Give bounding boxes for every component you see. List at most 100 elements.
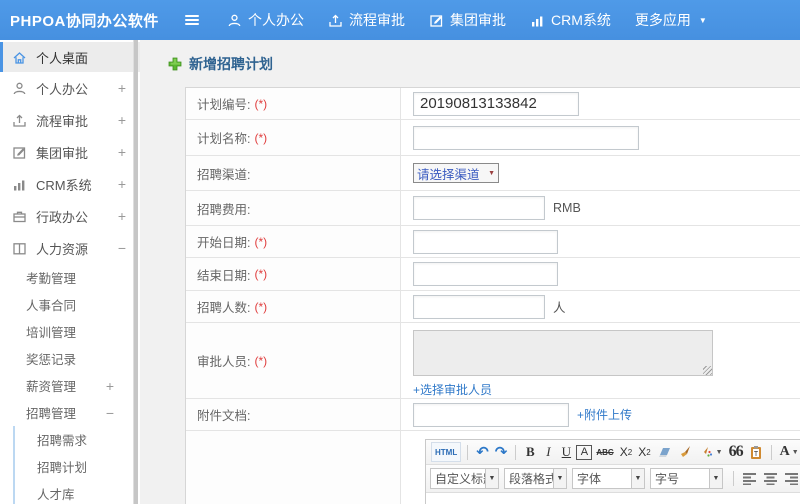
- sidebar-item-label: 招聘管理: [26, 407, 77, 421]
- sidebar-item-admin-office[interactable]: 行政办公 +: [0, 200, 140, 232]
- sidebar-item-crm[interactable]: CRM系统 +: [0, 168, 140, 200]
- topnav-label: 流程审批: [349, 12, 405, 28]
- topnav-workflow-approval[interactable]: 流程审批: [328, 10, 405, 30]
- redo-button[interactable]: ↷: [493, 442, 510, 462]
- form-row-plan-name: 计划名称: (*): [186, 120, 800, 156]
- headcount-unit: 人: [553, 301, 566, 315]
- sidebar-recruit-submenu: 招聘需求 招聘计划 人才库: [13, 426, 140, 504]
- sidebar-item-label: 个人桌面: [36, 50, 89, 66]
- choose-approvers-link[interactable]: +选择审批人员: [413, 381, 492, 398]
- form-row-channel: 招聘渠道: 请选择渠道 ▼: [186, 156, 800, 191]
- end-date-input[interactable]: [413, 262, 558, 286]
- form-row-attachment: 附件文档: +附件上传: [186, 399, 800, 431]
- sidebar-item-salary[interactable]: 薪资管理 +: [0, 372, 140, 399]
- sidebar-item-label: 人力资源: [36, 241, 89, 257]
- expand-toggle[interactable]: +: [118, 112, 126, 128]
- align-center-button[interactable]: [761, 469, 780, 489]
- top-bar: PHPOA协同办公软件 个人办公 流程审批 集团审批 CRM系统 更多应用 ▼: [0, 0, 800, 40]
- subscript-button[interactable]: X2: [636, 442, 652, 462]
- start-date-input[interactable]: [413, 229, 558, 254]
- sidebar-item-group-approval[interactable]: 集团审批 +: [0, 136, 140, 168]
- expand-toggle[interactable]: +: [118, 208, 126, 224]
- font-color-button[interactable]: A ▼: [778, 442, 800, 462]
- form-row-content-editor: HTML ↶ ↷ B I U A ABC X2 X2 ▼ 66 T A ▼ 自定…: [186, 431, 800, 504]
- sidebar-item-personal-office[interactable]: 个人办公 +: [0, 72, 140, 104]
- italic-button[interactable]: I: [540, 442, 556, 462]
- border-char-button[interactable]: A: [576, 444, 593, 460]
- sidebar-item-attendance[interactable]: 考勤管理: [0, 264, 140, 291]
- main-content: 新增招聘计划 计划编号:(*) 计划名称:(*) 招聘渠道: 请选择渠道 ▼ 招…: [140, 40, 800, 504]
- sidebar-item-workflow-approval[interactable]: 流程审批 +: [0, 104, 140, 136]
- required-marker: (*): [254, 130, 268, 145]
- sidebar-item-recruit-mgmt[interactable]: 招聘管理 −: [0, 399, 140, 426]
- home-icon: [12, 50, 27, 65]
- sidebar-item-rewards[interactable]: 奖惩记录: [0, 345, 140, 372]
- field-label: 招聘人数:: [197, 301, 251, 315]
- editor-toolbar-row1: HTML ↶ ↷ B I U A ABC X2 X2 ▼ 66 T A ▼: [426, 440, 800, 465]
- align-left-button[interactable]: [740, 469, 759, 489]
- font-size-select[interactable]: 字号 ▼: [650, 468, 723, 489]
- attachment-upload-link[interactable]: +附件上传: [577, 406, 632, 423]
- channel-select[interactable]: 请选择渠道 ▼: [413, 163, 499, 183]
- topnav-personal-office[interactable]: 个人办公: [227, 10, 304, 30]
- fee-input[interactable]: [413, 196, 545, 220]
- required-marker: (*): [254, 353, 268, 368]
- collapse-toggle[interactable]: −: [118, 240, 126, 256]
- topnav-label: 个人办公: [248, 12, 304, 28]
- paragraph-format-select[interactable]: 段落格式 ▼: [504, 468, 567, 489]
- field-label: 计划名称:: [197, 132, 251, 146]
- approve-icon: [429, 13, 444, 28]
- required-marker: (*): [254, 267, 268, 281]
- superscript-button[interactable]: X2: [618, 442, 634, 462]
- strikethrough-button[interactable]: ABC: [594, 442, 615, 462]
- chart-icon: [12, 177, 27, 192]
- sidebar-item-hr[interactable]: 人力资源 −: [0, 232, 140, 264]
- caret-down-icon: ▼: [709, 469, 722, 488]
- topnav-crm[interactable]: CRM系统: [530, 10, 611, 30]
- blockquote-button[interactable]: 66: [727, 442, 745, 462]
- underline-button[interactable]: U: [558, 442, 574, 462]
- plan-name-input[interactable]: [413, 125, 639, 150]
- sidebar-item-talent-pool[interactable]: 人才库: [15, 480, 140, 504]
- expand-toggle[interactable]: +: [106, 378, 114, 394]
- sidebar-item-label: 招聘计划: [37, 461, 88, 475]
- hamburger-menu-icon[interactable]: [185, 14, 199, 26]
- approvers-textarea[interactable]: [413, 330, 713, 376]
- plan-number-input[interactable]: [413, 91, 579, 116]
- paste-text-button[interactable]: T: [747, 442, 765, 462]
- eraser-button[interactable]: [655, 442, 674, 462]
- caret-down-icon: ▼: [485, 469, 498, 488]
- caret-down-icon: ▼: [631, 469, 644, 488]
- editor-content-area[interactable]: [426, 493, 800, 504]
- font-family-select[interactable]: 字体 ▼: [572, 468, 645, 489]
- sidebar-hr-submenu: 考勤管理 人事合同 培训管理 奖惩记录 薪资管理 + 招聘管理 − 招聘需求 招…: [0, 264, 140, 504]
- sidebar-item-training[interactable]: 培训管理: [0, 318, 140, 345]
- caret-down-icon: ▼: [791, 448, 799, 456]
- expand-toggle[interactable]: +: [118, 144, 126, 160]
- format-painter-button[interactable]: ▼: [697, 442, 725, 462]
- sidebar-item-hr-contract[interactable]: 人事合同: [0, 291, 140, 318]
- collapse-toggle[interactable]: −: [106, 405, 114, 421]
- brush-button[interactable]: [676, 442, 695, 462]
- undo-button[interactable]: ↶: [474, 442, 491, 462]
- source-code-button[interactable]: HTML: [431, 442, 462, 462]
- bold-button[interactable]: B: [522, 442, 538, 462]
- sidebar-scrollbar[interactable]: [133, 40, 138, 504]
- sidebar-item-recruit-plan[interactable]: 招聘计划: [15, 453, 140, 480]
- field-label: 附件文档:: [197, 409, 251, 423]
- topnav-more-apps[interactable]: 更多应用 ▼: [635, 10, 707, 30]
- custom-heading-select[interactable]: 自定义标题▼: [430, 468, 499, 489]
- expand-toggle[interactable]: +: [118, 80, 126, 96]
- app-logo: PHPOA协同办公软件: [10, 12, 159, 30]
- align-right-button[interactable]: [782, 469, 800, 489]
- sidebar-item-recruit-need[interactable]: 招聘需求: [15, 426, 140, 453]
- select-caret-icon: ▼: [488, 169, 495, 177]
- sidebar-item-personal-desktop[interactable]: 个人桌面: [0, 42, 140, 72]
- sidebar-item-label: 招聘需求: [37, 434, 88, 448]
- topnav-group-approval[interactable]: 集团审批: [429, 10, 506, 30]
- sidebar-item-label: 流程审批: [36, 113, 89, 129]
- headcount-input[interactable]: [413, 294, 545, 319]
- editor-toolbar-row2: 自定义标题▼ 段落格式▼ 字体▼ 字号▼: [426, 465, 800, 493]
- attachment-input[interactable]: [413, 402, 569, 427]
- expand-toggle[interactable]: +: [118, 176, 126, 192]
